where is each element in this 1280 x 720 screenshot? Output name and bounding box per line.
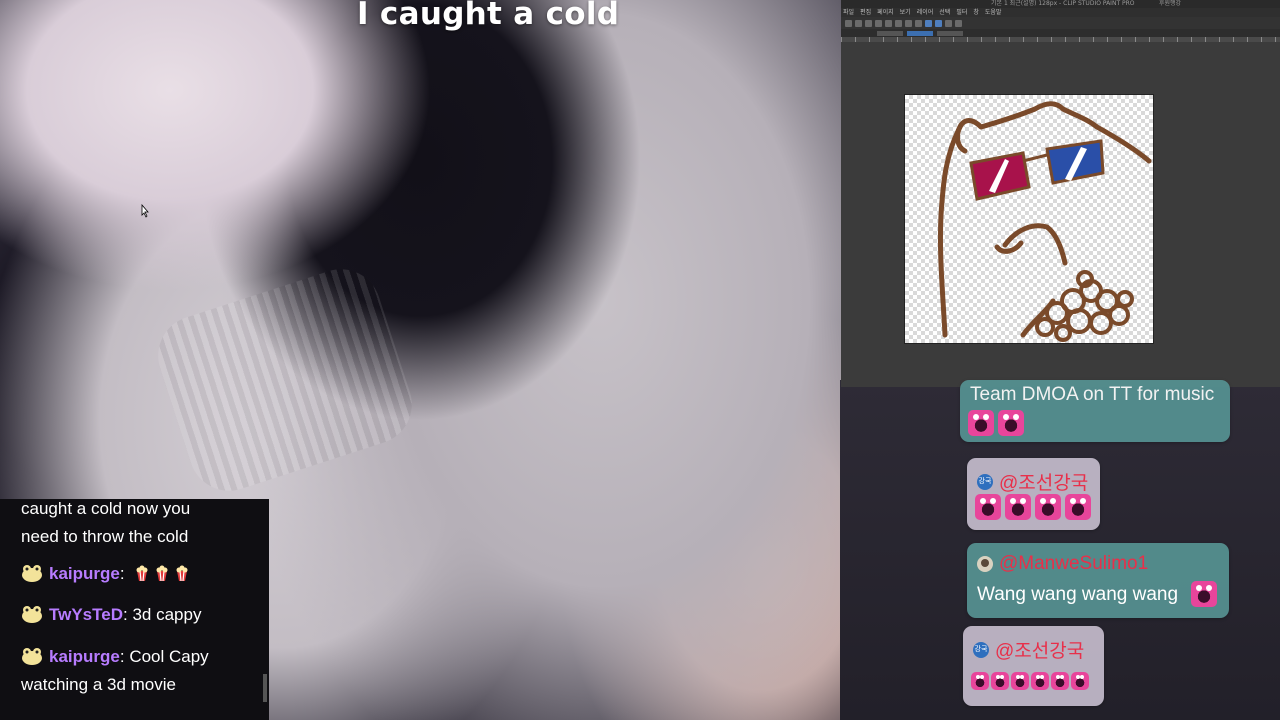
tool-options-bar (841, 29, 1280, 37)
user-avatar: 강국 (973, 641, 989, 658)
brush-tool-icon[interactable] (935, 19, 942, 27)
frog-badge-icon (22, 606, 42, 623)
popcorn-emote-icon (136, 565, 148, 581)
app-menubar: 파일 편집 페이지 보기 레이어 선택 필터 창 도움말 (841, 8, 1280, 17)
chat-username[interactable]: kaipurge (49, 564, 120, 583)
capybara-drawing (937, 101, 1152, 342)
frog-badge-icon (22, 648, 42, 665)
menu-help[interactable]: 도움말 (985, 8, 1002, 17)
drawing-canvas[interactable] (904, 94, 1154, 344)
eraser-tool-icon[interactable] (945, 19, 952, 27)
tool-option-mode[interactable] (937, 30, 963, 36)
pink-monster-emote-icon (1005, 494, 1031, 520)
pink-emote-icon (1031, 672, 1049, 690)
chat-bubble-username[interactable]: @조선강국 (999, 468, 1088, 495)
chat-bubble-text: Wang wang wang wang (977, 584, 1179, 605)
pink-emote-icon (1051, 672, 1069, 690)
chat-bubble: Team DMOA on TT for music (960, 380, 1230, 442)
app-window-title: 기본 1 최근(설명) 128px - CLIP STUDIO PAINT PR… (991, 0, 1135, 7)
popcorn-emote-icon (176, 565, 188, 581)
pink-monster-emote-icon (975, 494, 1001, 520)
app-header-right: 후원행강 (1159, 0, 1182, 7)
pink-monster-emote-icon (1035, 494, 1061, 520)
frog-badge-icon (22, 565, 42, 582)
pink-monster-emote-icon (968, 410, 994, 436)
chat-text-line: caught a cold now you (21, 499, 191, 518)
app-titlebar: 기본 1 최근(설명) 128px - CLIP STUDIO PAINT PR… (841, 0, 1280, 8)
emote-row (968, 410, 1028, 441)
chat-bubble-header: @ManweSulimo1 (977, 553, 1148, 575)
chat-bubble-text: Team DMOA on TT for music (970, 384, 1215, 405)
chat-message: TwYsTeD: 3d cappy (21, 601, 261, 629)
chat-text: Cool Capy (129, 647, 209, 666)
pink-emote-icon (991, 672, 1009, 690)
pink-monster-emote-icon (998, 410, 1024, 436)
menu-layer[interactable]: 레이어 (917, 8, 934, 17)
chat-bubble: 강국 @조선강국 (963, 626, 1104, 706)
chat-scrollbar[interactable] (263, 674, 267, 702)
save-icon[interactable] (865, 19, 872, 27)
sweater-texture (147, 258, 423, 502)
chat-colon: : (119, 564, 125, 583)
emote-row (971, 672, 1091, 695)
emote-row (975, 494, 1095, 525)
open-file-icon[interactable] (855, 19, 862, 27)
transform-icon[interactable] (905, 19, 912, 27)
chat-message: kaipurge: (21, 560, 261, 588)
chat-bubble-username[interactable]: @조선강국 (995, 636, 1084, 663)
pen-tool-icon[interactable] (925, 19, 932, 27)
chat-message: kaipurge: Cool Capy watching a 3d movie (21, 643, 261, 699)
chat-message-continuation: caught a cold now you need to throw the … (21, 495, 261, 551)
tool-option-selected[interactable] (907, 30, 933, 36)
chat-bubble: 강국 @조선강국 (967, 458, 1100, 530)
undo-icon[interactable] (875, 19, 882, 27)
chat-bubble: @ManweSulimo1 Wang wang wang wang (967, 543, 1229, 618)
chat-text-line: need to throw the cold (21, 527, 189, 546)
menu-view[interactable]: 보기 (900, 8, 911, 17)
stream-title: I caught a cold (357, 0, 620, 32)
menu-edit[interactable]: 편집 (860, 8, 871, 17)
user-avatar-icon (977, 556, 993, 572)
menu-select[interactable]: 선택 (939, 8, 950, 17)
tool-option-size[interactable] (877, 30, 903, 36)
pink-monster-emote-icon (1191, 581, 1217, 607)
redo-icon[interactable] (885, 19, 892, 27)
mouse-cursor-icon (141, 204, 149, 218)
chat-bubble-username[interactable]: @ManweSulimo1 (999, 553, 1148, 575)
pink-monster-emote-icon (1065, 494, 1091, 520)
drawing-app-window[interactable]: 기본 1 최근(설명) 128px - CLIP STUDIO PAINT PR… (841, 0, 1280, 387)
menu-file[interactable]: 파일 (843, 8, 854, 17)
menu-page[interactable]: 페이지 (877, 8, 894, 17)
chat-username[interactable]: TwYsTeD (49, 605, 123, 624)
user-avatar: 강국 (977, 473, 993, 490)
chat-username[interactable]: kaipurge (49, 647, 120, 666)
menu-window[interactable]: 창 (973, 8, 979, 17)
chat-bubble-header: 강국 @조선강국 (973, 636, 1084, 663)
fill-icon[interactable] (915, 19, 922, 27)
chat-bubble-header: 강국 @조선강국 (977, 468, 1088, 495)
pink-emote-icon (1011, 672, 1029, 690)
pink-emote-icon (1071, 672, 1089, 690)
popcorn-emote-icon (156, 565, 168, 581)
chat-text-line: watching a 3d movie (21, 675, 176, 694)
pink-emote-icon (971, 672, 989, 690)
app-toolbar (841, 17, 1280, 29)
menu-filter[interactable]: 필터 (956, 8, 967, 17)
chat-panel-left: caught a cold now you need to throw the … (0, 499, 269, 720)
new-file-icon[interactable] (845, 19, 852, 27)
chat-colon: : (119, 647, 130, 666)
settings-icon[interactable] (955, 19, 962, 27)
chat-text: 3d cappy (132, 605, 202, 624)
canvas-ruler (841, 37, 1280, 42)
clear-icon[interactable] (895, 19, 902, 27)
